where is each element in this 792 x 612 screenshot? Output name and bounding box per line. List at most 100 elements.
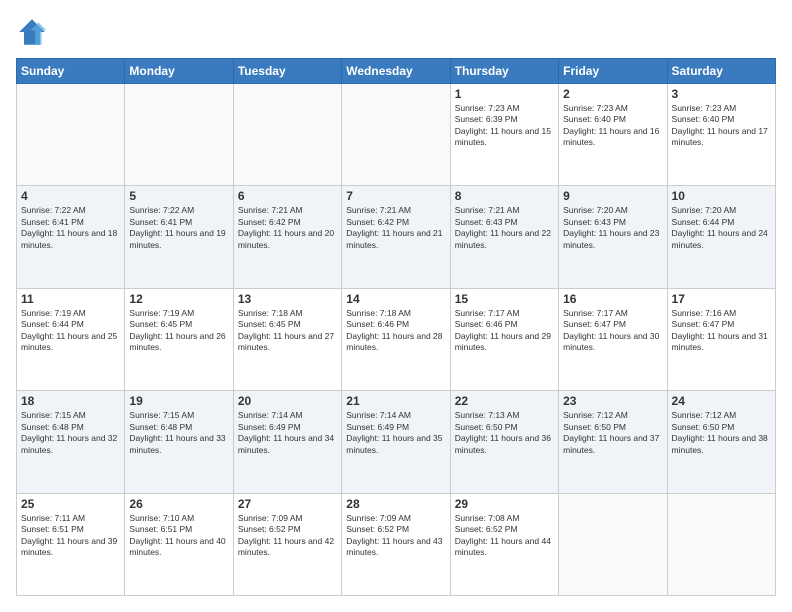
day-info: Sunrise: 7:19 AMSunset: 6:45 PMDaylight:… — [129, 308, 228, 354]
calendar-cell — [559, 493, 667, 595]
day-number: 2 — [563, 87, 662, 101]
calendar-cell: 19 Sunrise: 7:15 AMSunset: 6:48 PMDayligh… — [125, 391, 233, 493]
day-info: Sunrise: 7:19 AMSunset: 6:44 PMDaylight:… — [21, 308, 120, 354]
day-number: 18 — [21, 394, 120, 408]
col-header-friday: Friday — [559, 59, 667, 84]
day-number: 19 — [129, 394, 228, 408]
day-info: Sunrise: 7:12 AMSunset: 6:50 PMDaylight:… — [563, 410, 662, 456]
calendar-cell: 15 Sunrise: 7:17 AMSunset: 6:46 PMDayligh… — [450, 288, 558, 390]
calendar-cell: 25Sunrise: 7:11 AMSunset: 6:51 PMDayligh… — [17, 493, 125, 595]
calendar-cell: 13 Sunrise: 7:18 AMSunset: 6:45 PMDayligh… — [233, 288, 341, 390]
calendar-cell: 16 Sunrise: 7:17 AMSunset: 6:47 PMDayligh… — [559, 288, 667, 390]
day-number: 8 — [455, 189, 554, 203]
day-number: 13 — [238, 292, 337, 306]
day-number: 27 — [238, 497, 337, 511]
calendar-cell: 6Sunrise: 7:21 AMSunset: 6:42 PMDaylight… — [233, 186, 341, 288]
day-info: Sunrise: 7:22 AMSunset: 6:41 PMDaylight:… — [21, 205, 120, 251]
day-number: 3 — [672, 87, 771, 101]
calendar-cell — [342, 84, 450, 186]
day-info: Sunrise: 7:23 AMSunset: 6:40 PMDaylight:… — [563, 103, 662, 149]
day-number: 16 — [563, 292, 662, 306]
calendar-cell: 17 Sunrise: 7:16 AMSunset: 6:47 PMDayligh… — [667, 288, 775, 390]
calendar-cell: 4 Sunrise: 7:22 AMSunset: 6:41 PMDaylight… — [17, 186, 125, 288]
day-info: Sunrise: 7:17 AMSunset: 6:46 PMDaylight:… — [455, 308, 554, 354]
day-number: 28 — [346, 497, 445, 511]
col-header-wednesday: Wednesday — [342, 59, 450, 84]
calendar-cell: 12 Sunrise: 7:19 AMSunset: 6:45 PMDayligh… — [125, 288, 233, 390]
calendar-cell: 29 Sunrise: 7:08 AMSunset: 6:52 PMDayligh… — [450, 493, 558, 595]
day-number: 6 — [238, 189, 337, 203]
calendar-cell: 2 Sunrise: 7:23 AMSunset: 6:40 PMDaylight… — [559, 84, 667, 186]
day-number: 5 — [129, 189, 228, 203]
day-number: 22 — [455, 394, 554, 408]
logo-icon — [16, 16, 48, 48]
day-number: 15 — [455, 292, 554, 306]
col-header-thursday: Thursday — [450, 59, 558, 84]
day-number: 26 — [129, 497, 228, 511]
day-info: Sunrise: 7:13 AMSunset: 6:50 PMDaylight:… — [455, 410, 554, 456]
calendar-cell: 20 Sunrise: 7:14 AMSunset: 6:49 PMDayligh… — [233, 391, 341, 493]
day-number: 7 — [346, 189, 445, 203]
calendar-cell: 1 Sunrise: 7:23 AMSunset: 6:39 PMDaylight… — [450, 84, 558, 186]
calendar-cell: 23 Sunrise: 7:12 AMSunset: 6:50 PMDayligh… — [559, 391, 667, 493]
day-number: 17 — [672, 292, 771, 306]
calendar-cell — [125, 84, 233, 186]
day-info: Sunrise: 7:21 AMSunset: 6:43 PMDaylight:… — [455, 205, 554, 251]
day-info: Sunrise: 7:20 AMSunset: 6:43 PMDaylight:… — [563, 205, 662, 251]
day-info: Sunrise: 7:16 AMSunset: 6:47 PMDaylight:… — [672, 308, 771, 354]
day-info: Sunrise: 7:08 AMSunset: 6:52 PMDaylight:… — [455, 513, 554, 559]
day-number: 29 — [455, 497, 554, 511]
day-number: 9 — [563, 189, 662, 203]
calendar-cell: 26 Sunrise: 7:10 AMSunset: 6:51 PMDayligh… — [125, 493, 233, 595]
calendar-cell: 8 Sunrise: 7:21 AMSunset: 6:43 PMDaylight… — [450, 186, 558, 288]
day-info: Sunrise: 7:14 AMSunset: 6:49 PMDaylight:… — [238, 410, 337, 456]
day-info: Sunrise: 7:18 AMSunset: 6:45 PMDaylight:… — [238, 308, 337, 354]
calendar-cell: 14 Sunrise: 7:18 AMSunset: 6:46 PMDayligh… — [342, 288, 450, 390]
day-info: Sunrise: 7:20 AMSunset: 6:44 PMDaylight:… — [672, 205, 771, 251]
day-number: 1 — [455, 87, 554, 101]
calendar-cell — [233, 84, 341, 186]
day-number: 20 — [238, 394, 337, 408]
calendar-cell: 3 Sunrise: 7:23 AMSunset: 6:40 PMDaylight… — [667, 84, 775, 186]
day-number: 4 — [21, 189, 120, 203]
day-info: Sunrise: 7:18 AMSunset: 6:46 PMDaylight:… — [346, 308, 445, 354]
calendar-cell: 7 Sunrise: 7:21 AMSunset: 6:42 PMDaylight… — [342, 186, 450, 288]
day-info: Sunrise: 7:17 AMSunset: 6:47 PMDaylight:… — [563, 308, 662, 354]
header — [16, 16, 776, 48]
logo — [16, 16, 50, 48]
day-info: Sunrise: 7:23 AMSunset: 6:39 PMDaylight:… — [455, 103, 554, 149]
day-number: 24 — [672, 394, 771, 408]
calendar-cell: 27 Sunrise: 7:09 AMSunset: 6:52 PMDayligh… — [233, 493, 341, 595]
day-info: Sunrise: 7:12 AMSunset: 6:50 PMDaylight:… — [672, 410, 771, 456]
col-header-tuesday: Tuesday — [233, 59, 341, 84]
col-header-saturday: Saturday — [667, 59, 775, 84]
day-info: Sunrise: 7:09 AMSunset: 6:52 PMDaylight:… — [238, 513, 337, 559]
day-info: Sunrise: 7:15 AMSunset: 6:48 PMDaylight:… — [129, 410, 228, 456]
calendar-cell: 10 Sunrise: 7:20 AMSunset: 6:44 PMDayligh… — [667, 186, 775, 288]
col-header-sunday: Sunday — [17, 59, 125, 84]
page: SundayMondayTuesdayWednesdayThursdayFrid… — [0, 0, 792, 612]
day-number: 25 — [21, 497, 120, 511]
day-info: Sunrise: 7:09 AMSunset: 6:52 PMDaylight:… — [346, 513, 445, 559]
day-number: 23 — [563, 394, 662, 408]
day-info: Sunrise: 7:10 AMSunset: 6:51 PMDaylight:… — [129, 513, 228, 559]
day-number: 14 — [346, 292, 445, 306]
calendar-cell — [667, 493, 775, 595]
calendar-cell — [17, 84, 125, 186]
col-header-monday: Monday — [125, 59, 233, 84]
calendar-cell: 9 Sunrise: 7:20 AMSunset: 6:43 PMDaylight… — [559, 186, 667, 288]
day-number: 21 — [346, 394, 445, 408]
calendar-cell: 28 Sunrise: 7:09 AMSunset: 6:52 PMDayligh… — [342, 493, 450, 595]
day-number: 10 — [672, 189, 771, 203]
day-info: Sunrise: 7:21 AMSunset: 6:42 PMDaylight:… — [346, 205, 445, 251]
day-number: 11 — [21, 292, 120, 306]
calendar-cell: 11 Sunrise: 7:19 AMSunset: 6:44 PMDayligh… — [17, 288, 125, 390]
calendar-cell: 22 Sunrise: 7:13 AMSunset: 6:50 PMDayligh… — [450, 391, 558, 493]
calendar-cell: 24 Sunrise: 7:12 AMSunset: 6:50 PMDayligh… — [667, 391, 775, 493]
day-info: Sunrise: 7:23 AMSunset: 6:40 PMDaylight:… — [672, 103, 771, 149]
calendar-cell: 21Sunrise: 7:14 AMSunset: 6:49 PMDayligh… — [342, 391, 450, 493]
day-info: Sunrise: 7:15 AMSunset: 6:48 PMDaylight:… — [21, 410, 120, 456]
day-info: Sunrise: 7:22 AMSunset: 6:41 PMDaylight:… — [129, 205, 228, 251]
day-number: 12 — [129, 292, 228, 306]
calendar-table: SundayMondayTuesdayWednesdayThursdayFrid… — [16, 58, 776, 596]
